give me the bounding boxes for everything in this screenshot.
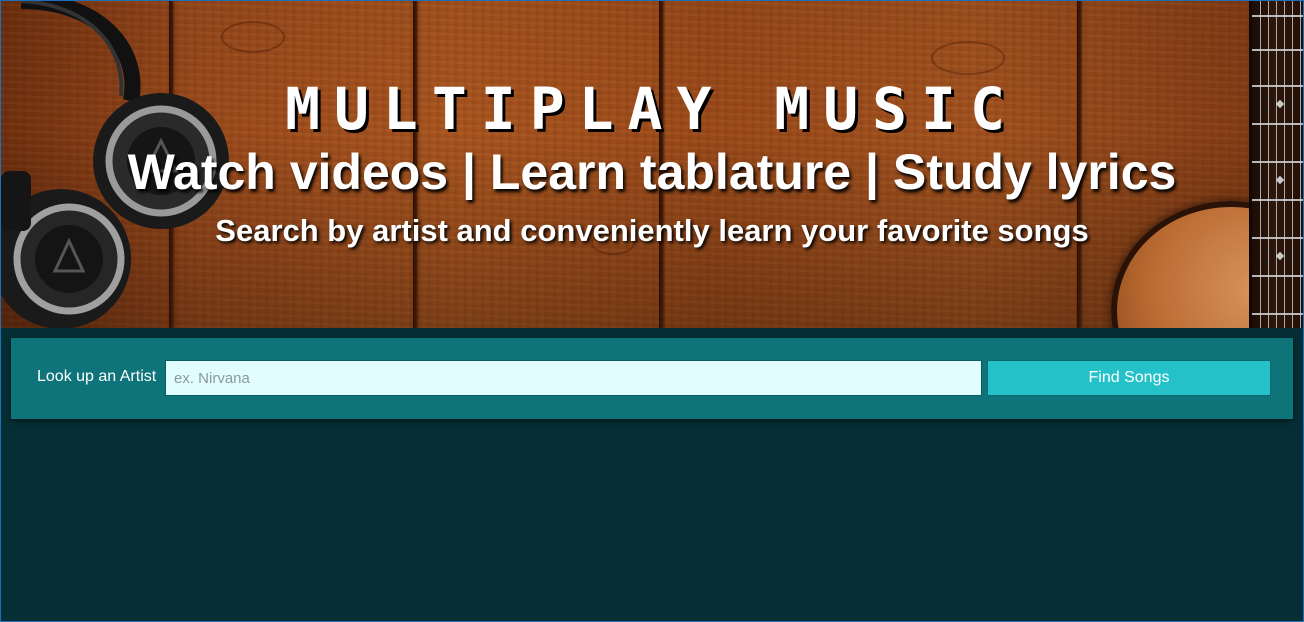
wood-knot	[931, 41, 1005, 75]
artist-search-panel: Look up an Artist Find Songs	[11, 338, 1293, 419]
find-songs-button[interactable]: Find Songs	[987, 360, 1271, 396]
site-title: MULTIPLAY MUSIC	[285, 75, 1019, 143]
subtagline: Search by artist and conveniently learn …	[215, 213, 1089, 248]
artist-search-input[interactable]	[165, 360, 982, 396]
results-area	[1, 421, 1303, 621]
search-label: Look up an Artist	[37, 368, 157, 385]
hero-banner: MULTIPLAY MUSIC Watch videos | Learn tab…	[1, 1, 1303, 328]
tagline: Watch videos | Learn tablature | Study l…	[127, 144, 1177, 200]
page: MULTIPLAY MUSIC Watch videos | Learn tab…	[0, 0, 1304, 622]
